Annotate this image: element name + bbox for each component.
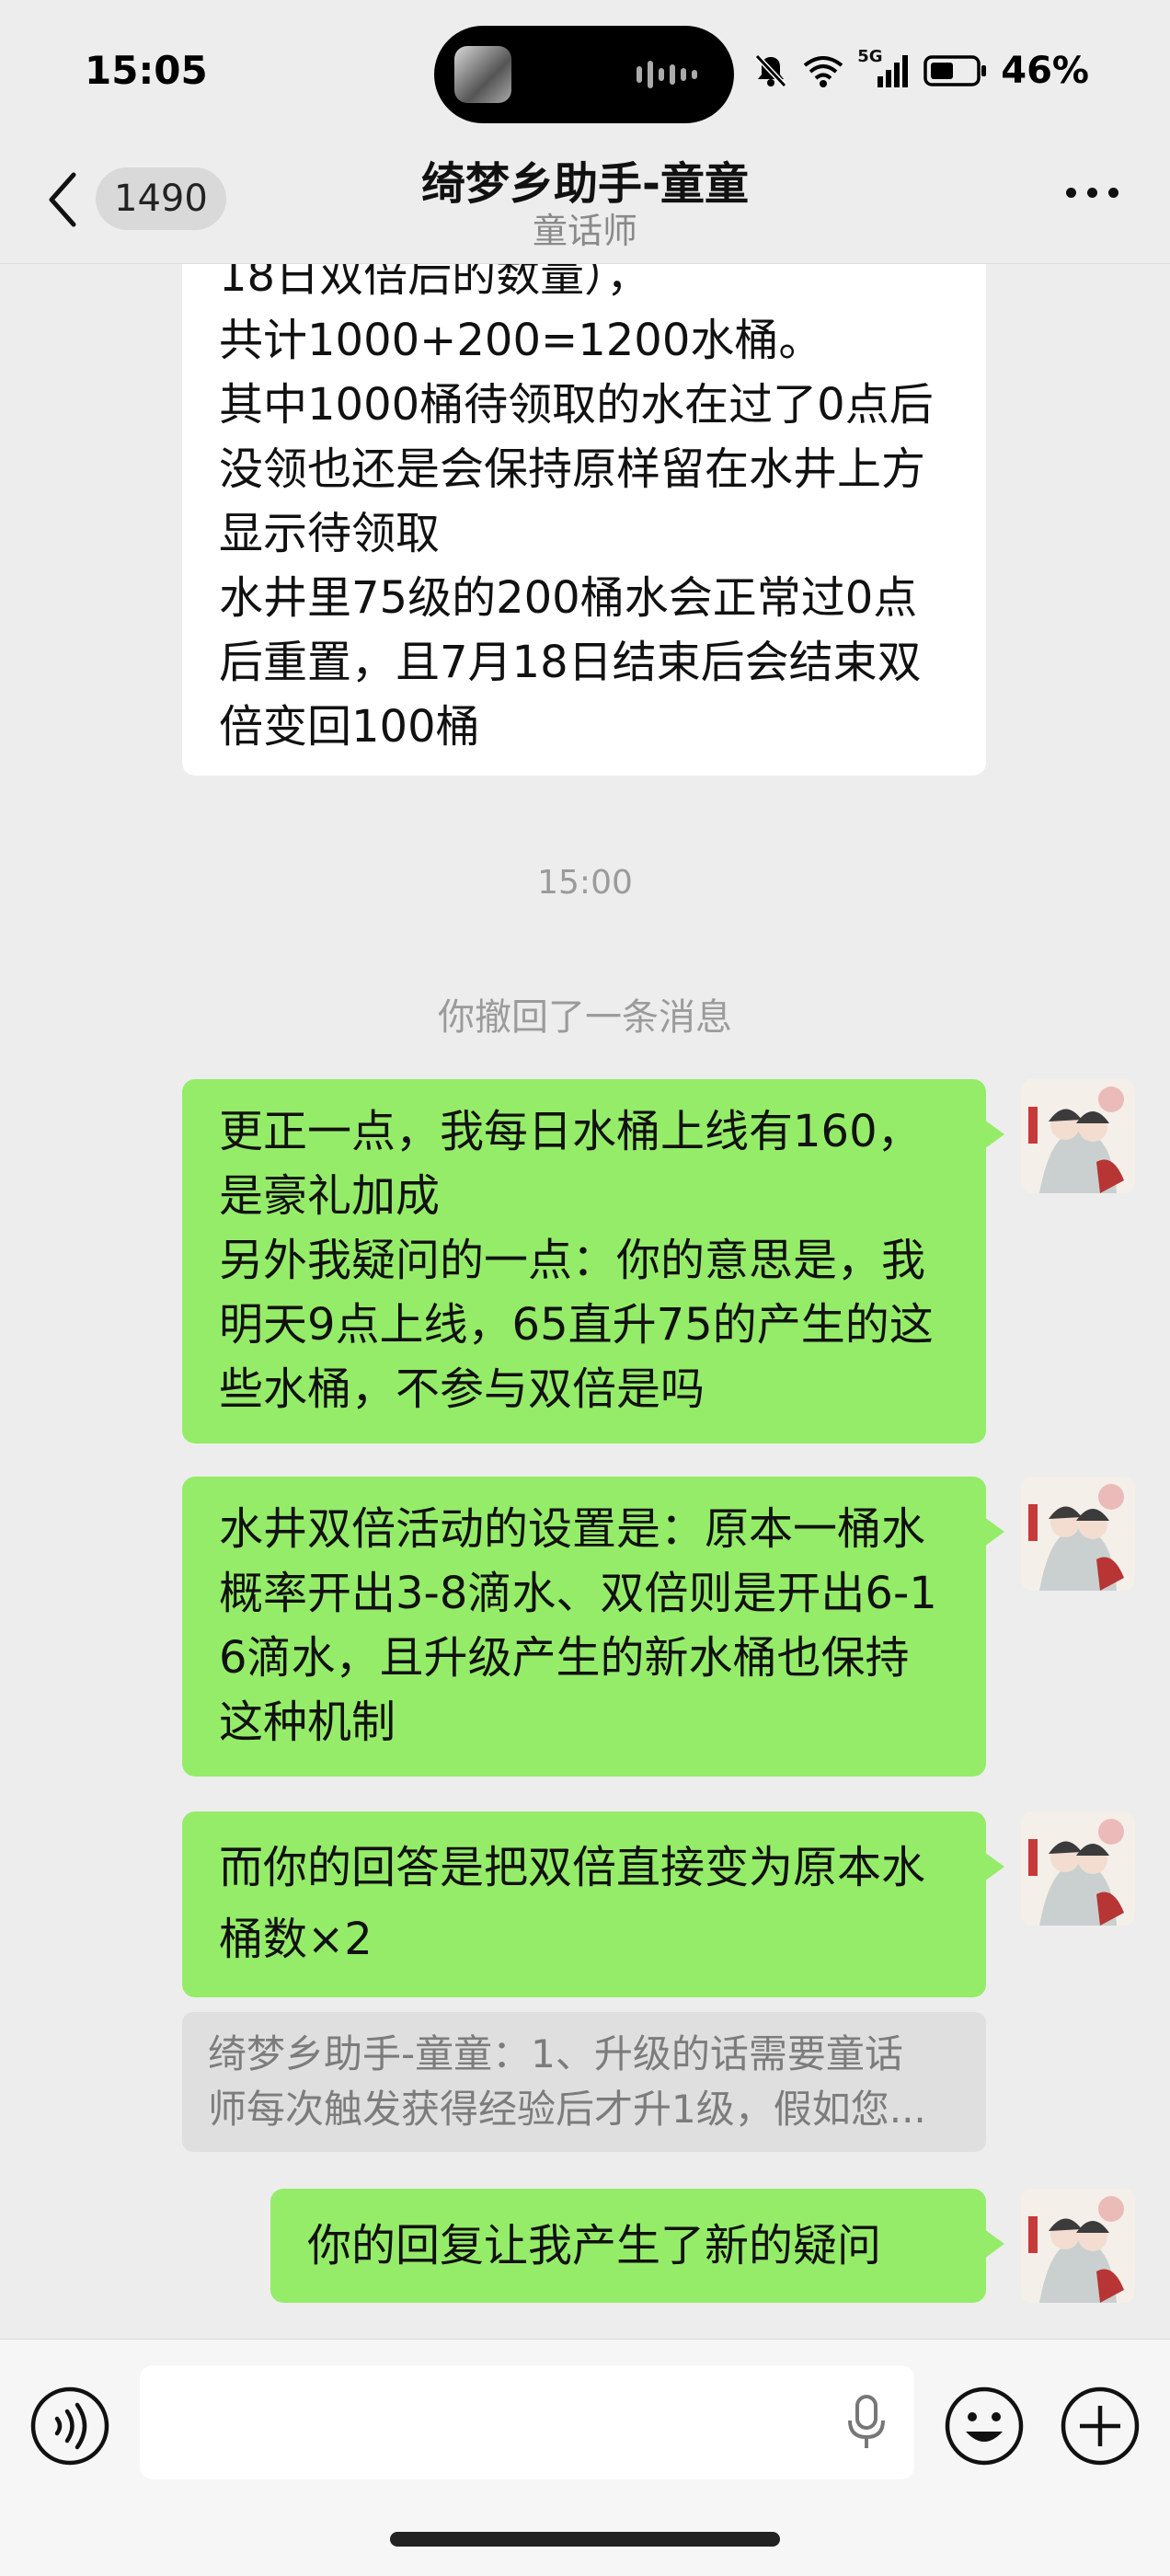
emoji-icon[interactable] bbox=[942, 2384, 1027, 2468]
status-icons: 5G 46% bbox=[752, 47, 1089, 92]
battery-percent: 46% bbox=[1001, 50, 1089, 92]
sent-message-bubble[interactable]: 更正一点，我每日水桶上线有160，是豪礼加成 另外我疑问的一点：你的意思是，我明… bbox=[182, 1079, 1004, 1443]
signal-icon bbox=[878, 55, 909, 87]
status-bar: 15:05 5G 46% bbox=[0, 0, 1170, 147]
chat-header: 1490 绮梦乡助手-童童 童话师 bbox=[0, 147, 1170, 263]
cellular-signal: 5G bbox=[857, 47, 911, 89]
message-timestamp: 15:00 bbox=[537, 864, 633, 902]
received-message-bubble[interactable]: 18日双倍后的数量）， 共计1000+200=1200水桶。 其中1000桶待领… bbox=[182, 264, 986, 776]
home-indicator[interactable] bbox=[390, 2532, 780, 2547]
wifi-icon bbox=[804, 56, 843, 87]
mute-bell-icon bbox=[755, 53, 787, 88]
user-avatar[interactable] bbox=[1021, 1811, 1135, 1926]
voice-input-icon[interactable] bbox=[28, 2384, 112, 2468]
sent-message-bubble[interactable]: 你的回复让我产生了新的疑问 bbox=[270, 2189, 1004, 2303]
add-more-icon[interactable] bbox=[1058, 2384, 1142, 2468]
message-input[interactable] bbox=[140, 2365, 914, 2479]
status-time: 15:05 bbox=[85, 48, 208, 93]
avatar-image bbox=[1021, 1811, 1135, 1926]
avatar-image bbox=[1021, 1079, 1135, 1193]
sent-message-bubble[interactable]: 水井双倍活动的设置是：原本一桶水概率开出3-8滴水、双倍则是开出6-16滴水，且… bbox=[182, 1477, 1004, 1777]
audio-wave-icon bbox=[637, 61, 697, 88]
avatar-image bbox=[1021, 2189, 1135, 2303]
avatar-image bbox=[1021, 1477, 1135, 1591]
user-avatar[interactable] bbox=[1021, 2189, 1135, 2303]
user-avatar[interactable] bbox=[1021, 1079, 1135, 1193]
chat-message-list[interactable]: 18日双倍后的数量）， 共计1000+200=1200水桶。 其中1000桶待领… bbox=[0, 263, 1170, 2339]
quote-line-1: 绮梦乡助手-童童：1、升级的话需要童话 bbox=[208, 2031, 903, 2076]
sent-message-bubble[interactable]: 而你的回答是把双倍直接变为原本水桶数×2 bbox=[182, 1811, 1004, 1997]
more-options-icon[interactable] bbox=[1066, 188, 1118, 198]
chat-subtitle: 童话师 bbox=[532, 211, 637, 251]
quoted-message[interactable]: 绮梦乡助手-童童：1、升级的话需要童话 师每次触发获得经验后才升1级，假如您..… bbox=[182, 2012, 986, 2152]
microphone-icon[interactable] bbox=[846, 2393, 887, 2452]
dynamic-island[interactable] bbox=[434, 26, 734, 123]
battery-icon bbox=[923, 55, 987, 86]
quote-line-2: 师每次触发获得经验后才升1级，假如您... bbox=[208, 2087, 926, 2132]
media-thumbnail bbox=[454, 46, 511, 103]
recall-notice: 你撤回了一条消息 bbox=[438, 996, 732, 1039]
user-avatar[interactable] bbox=[1021, 1477, 1135, 1591]
